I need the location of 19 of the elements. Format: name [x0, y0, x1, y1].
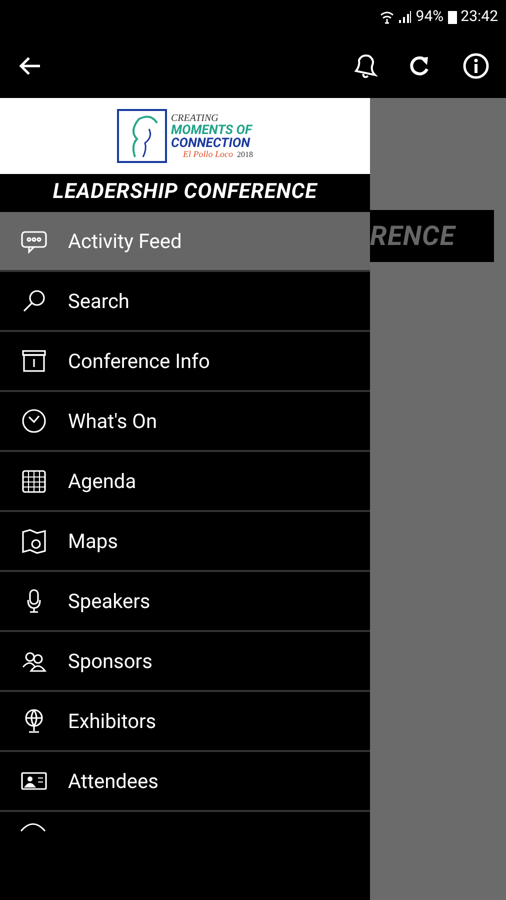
logo-text: MOMENTS OF [171, 124, 253, 136]
drawer-title: LEADERSHIP CONFERENCE [52, 179, 318, 206]
logo-text: CREATING [171, 114, 220, 124]
battery-icon [448, 10, 457, 24]
menu-item[interactable]: Activity Feed [0, 212, 370, 272]
clock-time: 23:42 [460, 6, 498, 28]
brand-script-text: El Pollo Loco [183, 150, 233, 158]
signal-icon [398, 10, 412, 24]
logo-text: CONNECTION [171, 136, 252, 150]
clock-icon [20, 407, 48, 435]
calendar-icon [20, 467, 48, 495]
wifi-icon [380, 10, 394, 24]
info-icon[interactable] [462, 52, 490, 80]
map-icon [20, 527, 48, 555]
title-banner: RENCE [370, 210, 494, 262]
battery-percent: 94% [416, 6, 444, 28]
info-box-icon [20, 347, 48, 375]
year-text: 2018 [237, 150, 253, 158]
head-silhouette-logo-icon [117, 109, 167, 163]
